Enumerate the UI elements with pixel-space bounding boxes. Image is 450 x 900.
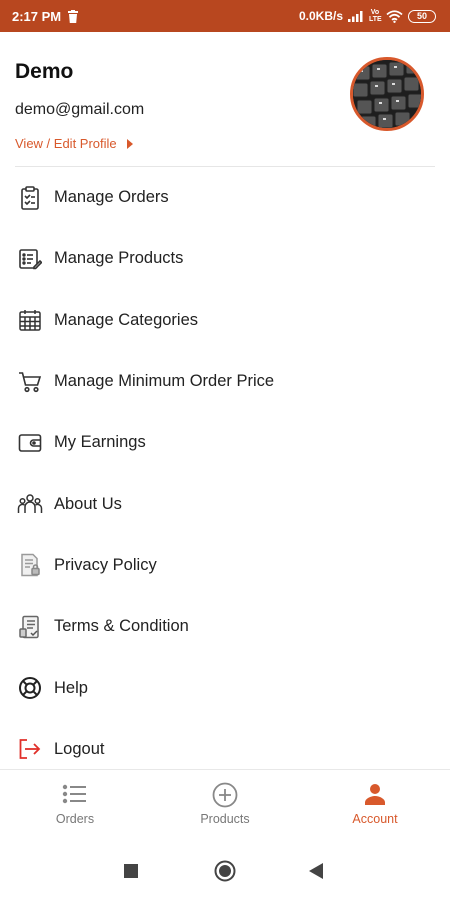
menu-label: Help <box>54 678 88 697</box>
tab-products[interactable]: Products <box>150 770 300 842</box>
profile-name: Demo <box>15 60 74 83</box>
cart-icon <box>17 369 43 395</box>
back-triangle-icon <box>309 863 323 879</box>
menu-label: My Earnings <box>54 433 146 452</box>
wallet-icon <box>17 430 43 456</box>
tab-label: Orders <box>55 812 95 826</box>
signal-icon <box>348 11 363 22</box>
tab-label: Account <box>352 812 398 826</box>
system-nav-bar <box>0 841 450 900</box>
home-button[interactable] <box>214 860 236 887</box>
caret-right-icon <box>126 138 133 149</box>
person-icon <box>365 784 385 805</box>
add-circle-icon <box>212 782 238 808</box>
profile-email: demo@gmail.com <box>15 101 145 118</box>
menu-item-manage-categories[interactable]: Manage Categories <box>0 290 450 351</box>
wifi-icon <box>386 9 403 23</box>
avatar[interactable] <box>350 57 424 131</box>
keyboard-photo <box>353 60 421 128</box>
back-button[interactable] <box>309 863 323 884</box>
menu-item-help[interactable]: Help <box>0 657 450 718</box>
clipboard-check-icon <box>17 185 43 211</box>
menu-label: Privacy Policy <box>54 555 157 574</box>
document-lock-icon <box>17 552 43 578</box>
menu-label: Manage Minimum Order Price <box>54 372 275 391</box>
menu-item-about-us[interactable]: About Us <box>0 473 450 534</box>
calendar-grid-icon <box>17 307 43 333</box>
home-circle-icon <box>214 860 236 882</box>
menu-item-my-earnings[interactable]: My Earnings <box>0 412 450 473</box>
terms-document-icon <box>17 614 43 640</box>
menu-item-terms-condition[interactable]: Terms & Condition <box>0 596 450 657</box>
network-label: Vo LTE <box>369 9 382 23</box>
lifebuoy-icon <box>17 675 43 701</box>
battery-icon: 50 <box>408 9 436 23</box>
recents-button[interactable] <box>124 864 138 883</box>
menu-label: Logout <box>54 739 105 758</box>
menu-item-manage-minimum-order-price[interactable]: Manage Minimum Order Price <box>0 351 450 412</box>
view-edit-profile-link[interactable]: View / Edit Profile <box>15 136 133 151</box>
view-edit-profile-label: View / Edit Profile <box>15 136 117 151</box>
menu-label: Manage Orders <box>54 188 169 207</box>
profile-header: Demo demo@gmail.com View / Edit Profile <box>0 32 450 166</box>
menu-label: Terms & Condition <box>54 617 189 636</box>
product-list-icon <box>17 246 43 272</box>
trash-icon <box>68 9 79 23</box>
status-bar: 2:17 PM 0.0KB/s Vo LTE 50 <box>0 0 450 32</box>
menu-label: Manage Categories <box>54 310 199 329</box>
square-icon <box>124 864 138 878</box>
group-icon <box>17 491 43 517</box>
tab-account[interactable]: Account <box>300 770 450 842</box>
menu-item-manage-orders[interactable]: Manage Orders <box>0 167 450 228</box>
bottom-nav: Orders Products Account <box>0 769 450 842</box>
menu-item-manage-products[interactable]: Manage Products <box>0 228 450 289</box>
list-icon <box>62 784 86 804</box>
menu-label: Manage Products <box>54 249 184 268</box>
tab-label: Products <box>200 812 250 826</box>
logout-icon <box>17 736 43 762</box>
status-time: 2:17 PM <box>12 8 62 24</box>
net-speed: 0.0KB/s <box>298 9 343 23</box>
tab-orders[interactable]: Orders <box>0 770 150 842</box>
menu-item-privacy-policy[interactable]: Privacy Policy <box>0 535 450 596</box>
account-menu: Manage Orders Manage Products Manage Cat <box>0 167 450 780</box>
menu-label: About Us <box>54 494 122 513</box>
